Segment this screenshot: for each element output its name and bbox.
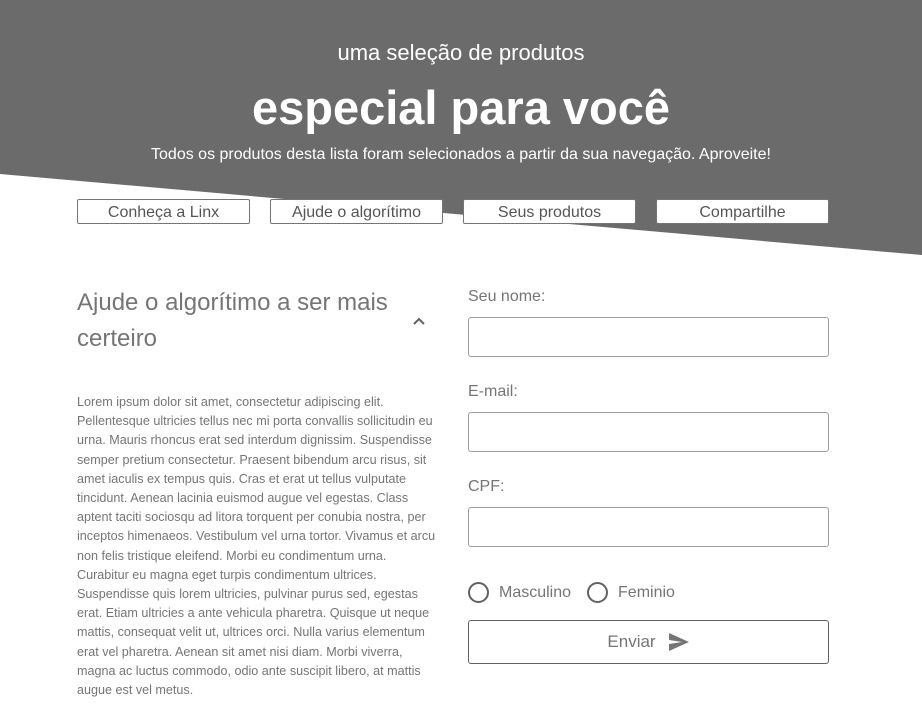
- accordion-title[interactable]: Ajude o algorítimo a ser mais certeiro: [77, 285, 407, 357]
- nav-button-conheca-linx[interactable]: Conheça a Linx: [77, 199, 250, 224]
- nav-button-seus-produtos[interactable]: Seus produtos: [463, 199, 636, 224]
- submit-button[interactable]: Enviar: [468, 620, 829, 664]
- send-icon: [668, 633, 689, 651]
- cpf-label: CPF:: [468, 478, 505, 495]
- radio-feminino[interactable]: [587, 582, 609, 603]
- accordion-help-algorithm: Ajude o algorítimo a ser mais certeiro L…: [77, 285, 437, 697]
- radio-label-feminino: Feminio: [618, 583, 675, 601]
- radio-option-feminino[interactable]: Feminio: [587, 582, 675, 603]
- cpf-input[interactable]: [468, 507, 829, 547]
- gender-radio-group: Masculino Feminio: [468, 582, 691, 603]
- nav-buttons: Conheça a Linx Ajude o algorítimo Seus p…: [77, 199, 829, 224]
- name-input[interactable]: [468, 317, 829, 357]
- hero-subtitle: uma seleção de produtos: [337, 40, 585, 65]
- radio-masculino[interactable]: [468, 582, 489, 603]
- contact-form: Seu nome: E-mail: CPF: Masculino Feminio…: [468, 288, 829, 664]
- chevron-up-icon[interactable]: [407, 313, 431, 327]
- accordion-body-text: Lorem ipsum dolor sit amet, consectetur …: [77, 395, 436, 698]
- submit-label: Enviar: [607, 632, 656, 651]
- radio-label-masculino: Masculino: [499, 583, 572, 601]
- hero-description: Todos os produtos desta lista foram sele…: [151, 146, 771, 163]
- name-label: Seu nome:: [468, 288, 546, 305]
- nav-button-compartilhe[interactable]: Compartilhe: [656, 199, 829, 224]
- radio-option-masculino[interactable]: Masculino: [468, 582, 571, 603]
- email-input[interactable]: [468, 412, 829, 452]
- nav-button-ajude-algoritimo[interactable]: Ajude o algorítimo: [270, 199, 443, 224]
- email-label: E-mail:: [468, 383, 518, 400]
- hero-title: especial para você: [251, 81, 671, 134]
